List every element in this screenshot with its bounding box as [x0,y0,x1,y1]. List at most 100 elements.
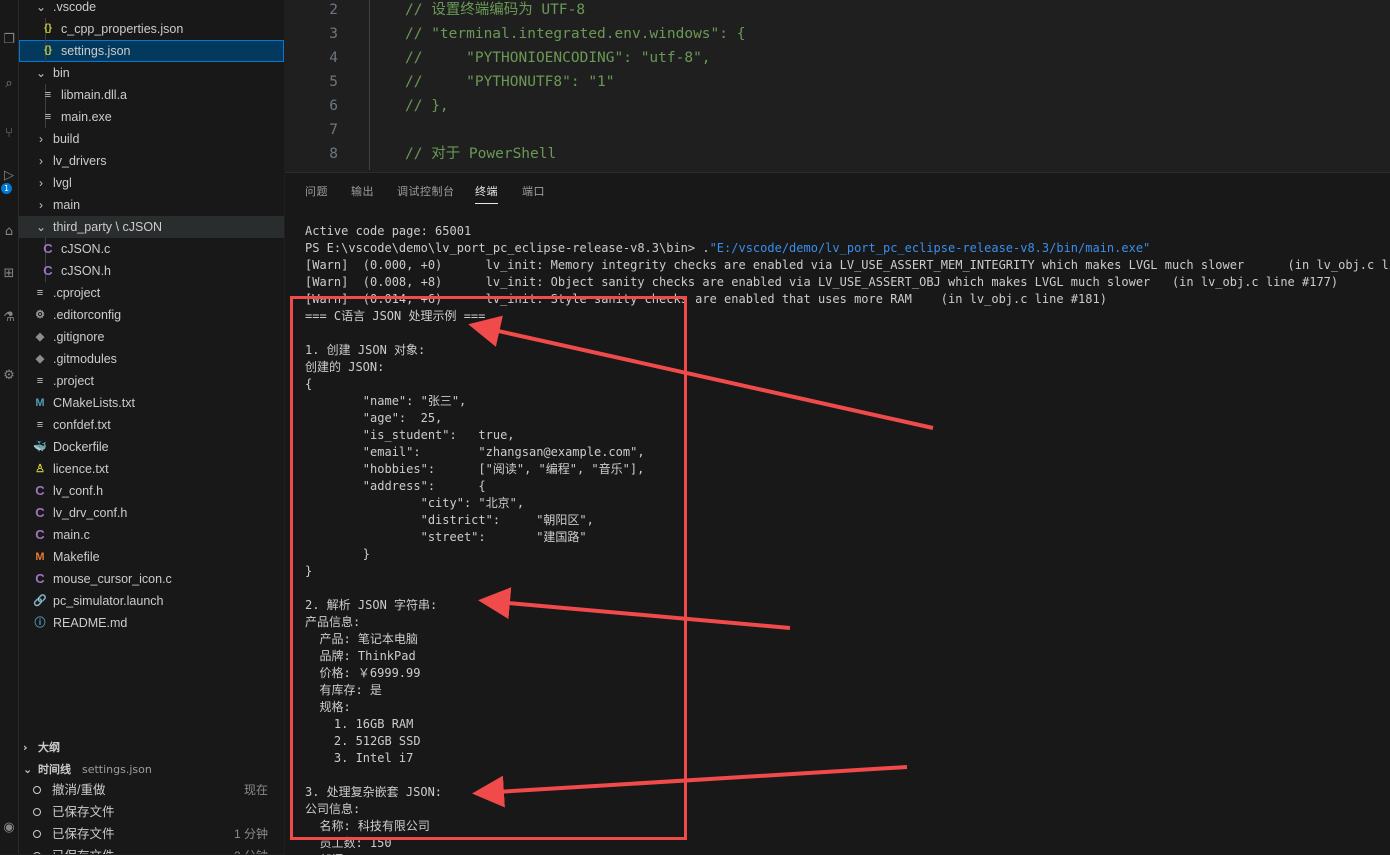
explorer-item[interactable]: › lvgl [19,172,284,194]
explorer-item-label: lv_drivers [53,154,107,168]
chevron-right-icon: › [39,132,43,146]
code-line: 7 [285,118,1390,142]
explorer-item[interactable]: CcJSON.h [19,260,284,282]
license-file-icon: ♙ [35,463,45,475]
explorer-item[interactable]: ◆ .gitignore [19,326,284,348]
explorer-item[interactable]: › build [19,128,284,150]
terminal-line: "email": "zhangsan@example.com", [305,445,645,459]
explorer-item[interactable]: M Makefile [19,546,284,568]
explorer-item-label: .editorconfig [53,308,122,322]
explorer-item[interactable]: ♙ licence.txt [19,458,284,480]
timeline-entry[interactable]: 撤消/重做 现在 [19,779,284,801]
chevron-right-icon: › [39,198,43,212]
code-line: 8 // 对于 PowerShell [285,142,1390,166]
explorer-item-label: cJSON.h [61,264,112,278]
explorer-item[interactable]: 🐳 Dockerfile [19,436,284,458]
cmake-file-icon: M [35,397,45,409]
explorer-item[interactable]: ⓘ README.md [19,612,284,634]
terminal-line: "hobbies": ["阅读", "编程", "音乐"], [305,462,645,476]
settings-file-icon: ⚙ [35,309,45,321]
terminal-line: 名称: 科技有限公司 [305,819,430,833]
remote-icon[interactable]: ⌂ [0,222,18,242]
timeline-dot-icon [33,786,41,794]
explorer-item[interactable]: › main [19,194,284,216]
search-icon[interactable]: ⌕ [0,74,18,94]
json-file-icon: {} [44,45,52,56]
explorer-item-label: .gitignore [53,330,105,344]
tab-output[interactable]: 输出 [351,183,374,199]
timeline-entry-label: 已保存文件 [52,805,115,819]
explorer-item[interactable]: {} c_cpp_properties.json [19,18,284,40]
timeline-entry[interactable]: 已保存文件 1 分钟 [19,823,284,845]
info-file-icon: ⓘ [34,617,46,629]
tab-ports[interactable]: 端口 [522,183,545,199]
explorer-item[interactable]: ⚙ .editorconfig [19,304,284,326]
explorer-item[interactable]: ⌄ third_party \ cJSON [19,216,284,238]
terminal-line: === C语言 JSON 处理示例 === [305,309,486,323]
terminal-line: "is_student": true, [305,428,515,442]
chevron-right-icon: › [23,741,28,754]
explorer-item[interactable]: 🔗 pc_simulator.launch [19,590,284,612]
account-icon[interactable]: ◉ [0,818,18,838]
line-number: 2 [329,2,338,18]
outline-title: 大纲 [38,741,60,754]
terminal-line: "district": "朝阳区", [305,513,594,527]
terminal-line: 品牌: ThinkPad [305,649,416,663]
explorer-item[interactable]: ⌄ .vscode [19,0,284,18]
explorer-item[interactable]: CcJSON.c [19,238,284,260]
tab-problems[interactable]: 问题 [305,183,328,199]
extensions-icon[interactable]: ⊞ [0,264,18,284]
timeline-section-header[interactable]: ⌄ 时间线 settings.json [19,759,284,781]
terminal-line: 1. 创建 JSON 对象: [305,343,426,357]
explorer-item[interactable]: Clv_drv_conf.h [19,502,284,524]
explorer-item[interactable]: ≡ .cproject [19,282,284,304]
explorer-item[interactable]: ≡ libmain.dll.a [19,84,284,106]
c-file-icon: C [35,571,45,586]
explorer-item[interactable]: Clv_conf.h [19,480,284,502]
text-file-icon: ≡ [44,89,52,101]
explorer-item[interactable]: › lv_drivers [19,150,284,172]
terminal-output[interactable]: Active code page: 65001 PS E:\vscode\demo… [305,223,1390,855]
explorer-item[interactable]: Cmain.c [19,524,284,546]
docker-file-icon: 🐳 [33,441,47,453]
terminal-line: 价格: ￥6999.99 [305,666,421,680]
testing-icon[interactable]: ⚗ [0,308,18,328]
explorer-icon[interactable]: ❐ [0,30,18,50]
explorer-item-label: pc_simulator.launch [53,594,164,608]
tools-icon[interactable]: ⚙ [0,366,18,386]
source-control-icon[interactable]: ⑂ [0,124,18,144]
code-editor[interactable]: 2 // 设置终端编码为 UTF-8 3 // "terminal.integrate… [285,0,1390,170]
explorer-item[interactable]: ≡ confdef.txt [19,414,284,436]
chevron-down-icon: ⌄ [35,66,47,80]
outline-section-header[interactable]: › 大纲 [19,737,284,759]
explorer-item-label: .project [53,374,94,388]
explorer-item[interactable]: ⌄ bin [19,62,284,84]
explorer-item-label: lvgl [53,176,72,190]
explorer-item-label: build [53,132,80,146]
explorer-item-label: mouse_cursor_icon.c [53,572,172,586]
explorer-item[interactable]: {} settings.json [19,40,284,62]
terminal-line: 3. Intel i7 [305,751,414,765]
tab-debug-console[interactable]: 调试控制台 [397,183,455,199]
explorer-item[interactable]: ≡ main.exe [19,106,284,128]
code-text: // "PYTHONIOENCODING": "utf-8", [405,50,711,66]
timeline-entry[interactable]: 已保存文件 2 分钟 [19,845,284,854]
explorer-item[interactable]: M CMakeLists.txt [19,392,284,414]
code-text: // "terminal.integrated.env.windows": { [405,26,746,42]
explorer-item-label: .cproject [53,286,101,300]
code-text: // "PYTHONUTF8": "1" [405,74,615,90]
timeline-file: settings.json [82,763,152,776]
explorer-sidebar: ⌄ .vscode{} c_cpp_properties.json{} setting… [19,0,284,854]
timeline-entry[interactable]: 已保存文件 [19,801,284,823]
explorer-item[interactable]: Cmouse_cursor_icon.c [19,568,284,590]
tab-terminal[interactable]: 终端 [475,183,498,204]
line-number: 3 [329,26,338,42]
explorer-item[interactable]: ≡ .project [19,370,284,392]
explorer-item[interactable]: ◆ .gitmodules [19,348,284,370]
terminal-line: 产品信息: [305,615,361,629]
explorer-item-label: third_party \ cJSON [53,220,163,234]
launch-file-icon: 🔗 [33,595,47,607]
c-file-icon: C [35,505,45,520]
